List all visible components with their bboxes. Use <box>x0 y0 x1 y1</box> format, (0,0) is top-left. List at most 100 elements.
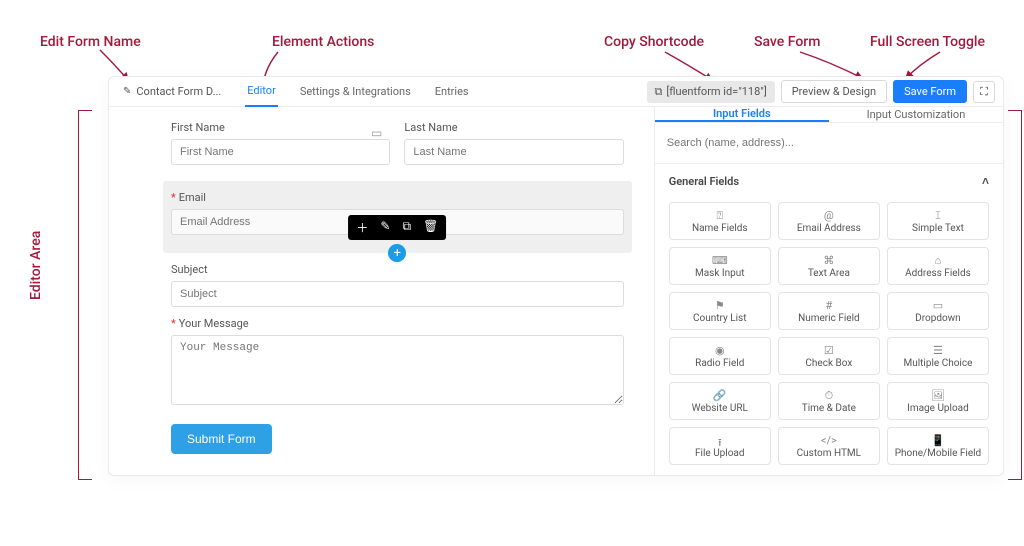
action-edit-icon[interactable]: ✎ <box>380 219 390 236</box>
tile-icon: ☰ <box>933 344 943 356</box>
input-subject[interactable] <box>171 281 624 307</box>
tile-icon: ⚑ <box>715 299 725 311</box>
tile-label: Time & Date <box>802 403 856 414</box>
tile-icon: ⌘ <box>823 254 834 266</box>
tile-icon: </> <box>821 434 837 446</box>
field-tile[interactable]: ☰ Multiple Choice <box>887 337 989 375</box>
app-window: ✎ Contact Form D... Editor Settings & In… <box>108 76 1004 476</box>
tile-label: Dropdown <box>915 313 961 324</box>
tab-editor[interactable]: Editor <box>245 77 278 107</box>
tile-label: Email Address <box>797 223 861 234</box>
tile-icon: ☑ <box>824 344 834 356</box>
field-tile[interactable]: 🔗 Website URL <box>669 382 771 420</box>
field-tile[interactable]: ⏱ Time & Date <box>778 382 880 420</box>
annotation-fullscreen-toggle: Full Screen Toggle <box>870 34 985 50</box>
tile-label: Image Upload <box>907 403 969 414</box>
tile-icon: ⌨ <box>712 254 728 266</box>
label-email: *Email <box>171 191 624 204</box>
save-button[interactable]: Save Form <box>893 80 967 103</box>
copy-shortcode[interactable]: ⧉ [fluentform id="118"] <box>647 81 775 103</box>
sidebar-panel: Input Fields Input Customization General… <box>654 107 1003 475</box>
tile-icon: 🔗 <box>713 389 727 401</box>
side-tab-input-fields[interactable]: Input Fields <box>655 107 829 122</box>
fullscreen-icon: ⛶ <box>980 85 988 99</box>
annotation-save-form: Save Form <box>754 34 820 50</box>
field-tile[interactable]: 🖼 Image Upload <box>887 382 989 420</box>
tile-icon: ▭ <box>933 299 943 311</box>
search-input[interactable] <box>665 131 993 155</box>
field-tile[interactable]: ⌨ Mask Input <box>669 247 771 285</box>
tab-settings[interactable]: Settings & Integrations <box>298 77 413 107</box>
tile-icon: ⌂ <box>935 254 942 266</box>
field-tile[interactable]: ☑ Check Box <box>778 337 880 375</box>
input-last-name[interactable] <box>404 139 623 165</box>
input-message[interactable] <box>171 335 624 405</box>
field-tile[interactable]: </> Custom HTML <box>778 427 880 465</box>
tile-label: Simple Text <box>912 223 964 234</box>
tile-label: Phone/Mobile Field <box>895 448 982 459</box>
tile-label: Numeric Field <box>798 313 860 324</box>
tile-icon: 🖼 <box>931 389 945 401</box>
topbar: ✎ Contact Form D... Editor Settings & In… <box>109 77 1003 107</box>
add-field-below-button[interactable]: + <box>388 244 406 262</box>
tile-label: Mask Input <box>695 268 745 279</box>
tile-label: Radio Field <box>695 358 744 369</box>
field-tile[interactable]: ⍰ Name Fields <box>669 202 771 240</box>
field-tile[interactable]: # Numeric Field <box>778 292 880 330</box>
tile-icon: ◉ <box>715 344 725 356</box>
input-first-name[interactable] <box>171 139 390 165</box>
action-delete-icon[interactable]: 🗑 <box>423 219 438 236</box>
field-email-selected[interactable]: *Email ＋ ✎ ⧉ 🗑 + <box>163 181 632 253</box>
tile-icon: # <box>825 299 832 311</box>
tile-label: File Upload <box>695 448 745 459</box>
tile-label: Address Fields <box>905 268 971 279</box>
tile-icon: ⍰ <box>716 209 723 221</box>
copy-icon: ⧉ <box>655 85 663 99</box>
field-tile[interactable]: 𝙸Simple Text <box>887 202 989 240</box>
general-fields-grid: ⍰ Name Fields @ Email Address 𝙸Simple Text ⌨ M… <box>655 198 1003 475</box>
field-tile[interactable]: ⭱ File Upload <box>669 427 771 465</box>
action-add-icon[interactable]: ＋ <box>356 219 368 236</box>
field-tile[interactable]: ⌂ Address Fields <box>887 247 989 285</box>
bracket-right <box>1008 110 1022 480</box>
annotation-copy-shortcode: Copy Shortcode <box>604 34 704 50</box>
tile-icon: ⏱ <box>825 389 834 401</box>
field-tile[interactable]: @ Email Address <box>778 202 880 240</box>
tile-icon: 📱 <box>931 434 945 446</box>
tile-label: Multiple Choice <box>903 358 972 369</box>
annotation-element-actions: Element Actions <box>272 34 374 50</box>
tile-label: Name Fields <box>692 223 748 234</box>
element-actions-toolbar: ＋ ✎ ⧉ 🗑 <box>348 215 446 240</box>
field-tile[interactable]: ▭ Dropdown <box>887 292 989 330</box>
bracket-left <box>78 110 92 480</box>
action-duplicate-icon[interactable]: ⧉ <box>402 219 411 236</box>
fullscreen-toggle-button[interactable]: ⛶ <box>973 81 995 103</box>
editor-area[interactable]: First Name ▭ Last Name *Email ＋ ✎ <box>109 107 654 475</box>
tile-label: Country List <box>693 313 746 324</box>
submit-button[interactable]: Submit Form <box>171 424 272 454</box>
annotation-edit-form-name: Edit Form Name <box>40 34 141 50</box>
tile-label: Website URL <box>692 403 748 414</box>
form-name-text: Contact Form D... <box>136 85 221 98</box>
edit-form-name[interactable]: ✎ Contact Form D... <box>117 85 227 98</box>
field-tile[interactable]: 📱 Phone/Mobile Field <box>887 427 989 465</box>
field-tile[interactable]: ⚑ Country List <box>669 292 771 330</box>
chevron-up-icon: ˄ <box>982 174 989 188</box>
side-tab-customization[interactable]: Input Customization <box>829 107 1003 122</box>
tile-icon: ⭱ <box>718 434 722 446</box>
tile-icon: @ <box>824 209 834 221</box>
accordion-general-fields[interactable]: General Fields ˄ <box>655 164 1003 198</box>
tile-label: Check Box <box>805 358 852 369</box>
tile-label: Text Area <box>808 268 850 279</box>
label-first-name: First Name <box>171 121 390 134</box>
preview-button[interactable]: Preview & Design <box>781 80 887 103</box>
label-last-name: Last Name <box>404 121 623 134</box>
shortcode-text: [fluentform id="118"] <box>666 85 766 98</box>
pencil-icon: ✎ <box>123 86 131 97</box>
tab-entries[interactable]: Entries <box>433 77 471 107</box>
field-tile[interactable]: ◉ Radio Field <box>669 337 771 375</box>
accordion-title: General Fields <box>669 175 739 188</box>
tile-label: Custom HTML <box>797 448 861 459</box>
nav-tabs: Editor Settings & Integrations Entries <box>245 77 470 107</box>
field-tile[interactable]: ⌘ Text Area <box>778 247 880 285</box>
